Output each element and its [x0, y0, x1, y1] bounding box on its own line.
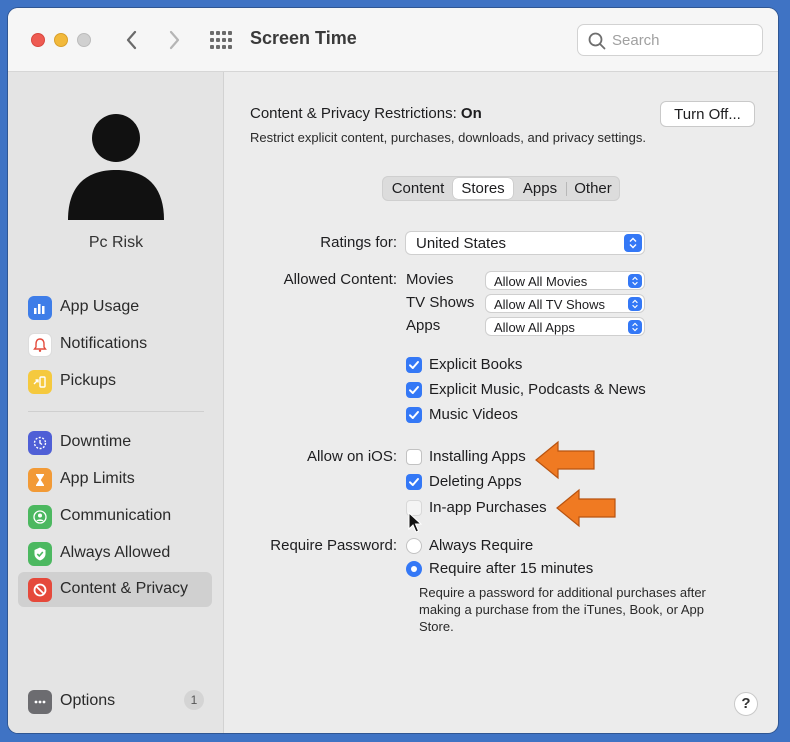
tab-stores[interactable]: Stores: [453, 178, 513, 199]
sidebar-item-options[interactable]: Options: [18, 684, 212, 719]
sidebar-item-content-privacy[interactable]: Content & Privacy: [18, 572, 212, 607]
require-after-15-minutes-radio[interactable]: [406, 561, 422, 577]
sidebar-item-pickups[interactable]: Pickups: [18, 364, 212, 399]
sidebar-item-downtime[interactable]: Downtime: [18, 425, 212, 460]
apps-select[interactable]: Allow All Apps: [485, 317, 645, 336]
checkmark-shield-icon: [28, 542, 52, 566]
pickup-icon: [28, 370, 52, 394]
downtime-icon: [28, 431, 52, 455]
sidebar-item-communication[interactable]: Communication: [18, 499, 212, 534]
sidebar-item-always-allowed[interactable]: Always Allowed: [18, 536, 212, 571]
sidebar-divider: [28, 411, 204, 412]
movies-select[interactable]: Allow All Movies: [485, 271, 645, 290]
tv-shows-select[interactable]: Allow All TV Shows: [485, 294, 645, 313]
hourglass-icon: [28, 468, 52, 492]
sidebar-item-label: Options: [60, 692, 116, 709]
ratings-for-label: Ratings for:: [320, 234, 397, 251]
tab-bar: Content Stores Apps Other: [382, 176, 620, 201]
mouse-pointer-icon: [408, 512, 423, 533]
music-videos-label: Music Videos: [429, 406, 518, 423]
back-chevron-icon[interactable]: [119, 26, 145, 54]
allowed-content-label: Allowed Content:: [283, 271, 397, 288]
movies-label: Movies: [406, 271, 454, 288]
search-input[interactable]: [612, 30, 752, 50]
close-window-button[interactable]: [31, 33, 45, 47]
explicit-books-label: Explicit Books: [429, 356, 523, 373]
person-icon: [28, 505, 52, 529]
main-panel: Content & Privacy Restrictions: On Restr…: [224, 72, 778, 733]
apps-label: Apps: [406, 317, 441, 334]
explicit-books-checkbox[interactable]: [406, 357, 422, 373]
restrictions-status-title: Content & Privacy Restrictions: On: [250, 105, 482, 122]
window-title: Screen Time: [250, 28, 357, 48]
help-button[interactable]: ?: [734, 692, 758, 716]
ratings-country-value: United States: [416, 235, 507, 252]
sidebar-item-label: Communication: [60, 507, 172, 524]
explicit-music-checkbox[interactable]: [406, 382, 422, 398]
sidebar-item-label: App Limits: [60, 470, 135, 487]
options-badge: 1: [184, 690, 204, 710]
restrictions-state: On: [460, 105, 482, 122]
require-after-15-minutes-label: Require after 15 minutes: [429, 560, 594, 577]
ratings-country-select[interactable]: United States: [405, 231, 645, 255]
installing-apps-label: Installing Apps: [429, 448, 526, 465]
updown-arrow-icon: [628, 320, 642, 334]
no-entry-icon: [28, 578, 52, 602]
restrictions-description: Restrict explicit content, purchases, do…: [250, 130, 646, 145]
allow-on-ios-label: Allow on iOS:: [306, 448, 397, 465]
updown-arrow-icon: [628, 274, 642, 288]
more-dots-icon: [28, 690, 52, 714]
sidebar-item-label: Content & Privacy: [60, 580, 189, 597]
tab-other[interactable]: Other: [567, 178, 619, 199]
sidebar-item-app-usage[interactable]: App Usage: [18, 290, 212, 325]
music-videos-checkbox[interactable]: [406, 407, 422, 423]
tv-shows-label: TV Shows: [406, 294, 475, 311]
sidebar-item-label: Always Allowed: [60, 544, 171, 561]
apps-value: Allow All Apps: [494, 320, 575, 335]
sidebar: Pc Risk App Usage Notifications Pickups: [8, 72, 224, 733]
always-require-label: Always Require: [429, 537, 534, 554]
bar-chart-icon: [28, 296, 52, 320]
tv-shows-value: Allow All TV Shows: [494, 297, 606, 312]
sidebar-item-label: App Usage: [60, 298, 140, 315]
in-app-purchases-label: In-app Purchases: [429, 499, 547, 516]
installing-apps-checkbox[interactable]: [406, 449, 422, 465]
search-field[interactable]: [577, 24, 763, 56]
updown-arrow-icon: [628, 297, 642, 311]
sidebar-item-label: Downtime: [60, 433, 132, 450]
password-note: Require a password for additional purcha…: [419, 585, 706, 634]
updown-arrow-icon: [624, 234, 642, 252]
sidebar-item-label: Pickups: [60, 372, 117, 389]
sidebar-item-notifications[interactable]: Notifications: [18, 327, 212, 362]
user-name: Pc Risk: [88, 234, 144, 251]
explicit-music-label: Explicit Music, Podcasts & News: [429, 381, 646, 398]
restrictions-title-label: Content & Privacy Restrictions:: [250, 105, 457, 122]
tab-content[interactable]: Content: [385, 178, 451, 199]
tab-apps[interactable]: Apps: [515, 178, 565, 199]
search-icon: [588, 32, 606, 50]
forward-chevron-icon[interactable]: [161, 26, 187, 54]
zoom-window-button[interactable]: [77, 33, 91, 47]
movies-value: Allow All Movies: [494, 274, 588, 289]
minimize-window-button[interactable]: [54, 33, 68, 47]
deleting-apps-label: Deleting Apps: [429, 473, 522, 490]
title-bar: Screen Time: [8, 8, 778, 72]
sidebar-item-label: Notifications: [60, 335, 148, 352]
always-require-radio[interactable]: [406, 538, 422, 554]
annotation-arrow-icon: [535, 440, 595, 480]
sidebar-item-app-limits[interactable]: App Limits: [18, 462, 212, 497]
screen-time-window: Screen Time Pc Risk App Usage: [8, 8, 778, 733]
annotation-arrow-icon: [556, 488, 616, 528]
deleting-apps-checkbox[interactable]: [406, 474, 422, 490]
turn-off-button[interactable]: Turn Off...: [660, 101, 755, 127]
user-avatar-icon[interactable]: [66, 112, 166, 222]
require-password-label: Require Password:: [270, 537, 397, 554]
grid-icon[interactable]: [210, 31, 232, 49]
bell-icon: [28, 333, 52, 357]
